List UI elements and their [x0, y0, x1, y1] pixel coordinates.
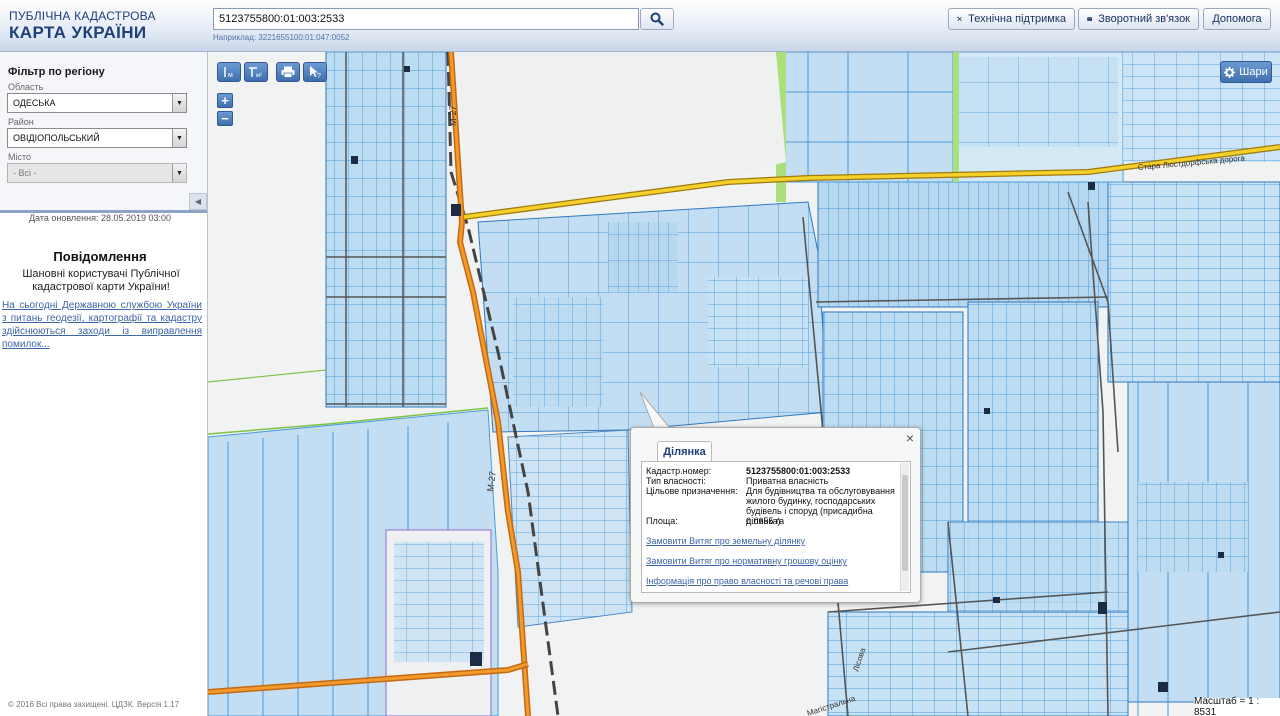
zoom-in-button[interactable]: + — [217, 93, 233, 108]
gear-icon — [1224, 66, 1236, 78]
area-value: 0.0655 га — [746, 516, 785, 526]
purpose-label: Цільове призначення: — [646, 486, 738, 496]
region-filter: Фільтр по регіону Область ОДЕСЬКА ▼ Райо… — [0, 52, 207, 210]
oblast-label: Область — [8, 82, 44, 92]
measure-area-button[interactable]: м² — [244, 62, 268, 82]
tab-parcel[interactable]: Ділянка — [657, 441, 712, 461]
help-label: Допомога — [1212, 13, 1262, 25]
header: ПУБЛІЧНА КАДАСТРОВА КАРТА УКРАЇНИ Наприк… — [0, 0, 1280, 52]
popup-scrollbar[interactable] — [900, 463, 909, 591]
cadastral-number-value: 5123755800:01:003:2533 — [746, 466, 851, 476]
close-icon[interactable]: × — [906, 431, 914, 445]
layers-button[interactable]: Шари — [1220, 61, 1272, 83]
ruler-icon: м — [224, 67, 233, 78]
ownership-info-link[interactable]: Інформація про право власності та речові… — [646, 576, 848, 586]
popup-pointer — [640, 392, 672, 429]
cadastral-map[interactable]: M-27 M-27 Стара Люстдорфська дорога Магі… — [208, 52, 1280, 716]
identify-button[interactable]: ? — [303, 62, 327, 82]
minus-icon: − — [221, 111, 229, 126]
site-logo[interactable]: ПУБЛІЧНА КАДАСТРОВА КАРТА УКРАЇНИ — [9, 10, 156, 41]
filter-title: Фільтр по регіону — [8, 66, 105, 78]
zoom-out-button[interactable]: − — [217, 111, 233, 126]
message-body: Шановні користувачі Публічної кадастрово… — [22, 268, 180, 293]
chevron-down-icon[interactable]: ▼ — [172, 129, 186, 147]
feedback-label: Зворотний зв'язок — [1098, 13, 1190, 25]
parcel-popup: × Ділянка Кадастр.номер: 5123755800:01:0… — [630, 427, 921, 603]
svg-text:м²: м² — [256, 73, 262, 78]
svg-text:?: ? — [317, 73, 321, 79]
oblast-select[interactable]: ОДЕСЬКА ▼ — [7, 93, 187, 113]
order-extract-link[interactable]: Замовити Витяг про земельну ділянку — [646, 536, 805, 546]
cadastral-search-input[interactable] — [213, 8, 639, 30]
print-button[interactable] — [276, 62, 300, 82]
wrench-icon — [957, 16, 962, 22]
parcel-info: Кадастр.номер: 5123755800:01:003:2533 Ти… — [641, 461, 911, 593]
svg-text:м: м — [228, 72, 233, 78]
sidebar: Фільтр по регіону Область ОДЕСЬКА ▼ Райо… — [0, 52, 208, 716]
envelope-icon — [1087, 17, 1093, 21]
ownership-label: Тип власності: — [646, 476, 706, 486]
ownership-value: Приватна власність — [746, 476, 829, 486]
map-canvas[interactable]: M-27 M-27 Стара Люстдорфська дорога Магі… — [208, 52, 1280, 716]
cadastral-number-label: Кадастр.номер: — [646, 466, 712, 476]
chevron-down-icon[interactable]: ▼ — [172, 94, 186, 112]
raion-label: Район — [8, 117, 34, 127]
message-link[interactable]: На сьогодні Державною службою України з … — [2, 299, 202, 351]
area-label: Площа: — [646, 516, 678, 526]
layers-label: Шари — [1239, 66, 1268, 78]
logo-line-2: КАРТА УКРАЇНИ — [9, 23, 147, 42]
search-hint: Наприклад: 3221655100:01:047:0052 — [213, 33, 350, 42]
message-title: Повідомлення — [53, 249, 147, 264]
tech-support-label: Технічна підтримка — [968, 13, 1066, 25]
help-button[interactable]: Допомога — [1203, 8, 1271, 30]
plus-icon: + — [221, 93, 229, 108]
map-scale: Масштаб = 1 : 8531 — [1194, 696, 1280, 716]
print-icon — [281, 66, 295, 78]
order-valuation-link[interactable]: Замовити Витяг про нормативну грошову оц… — [646, 556, 847, 566]
misto-label: Місто — [8, 152, 32, 162]
parcel-block — [325, 52, 447, 408]
misto-select: - Всі - ▼ — [7, 163, 187, 183]
area-icon: м² — [249, 67, 262, 78]
feedback-button[interactable]: Зворотний зв'язок — [1078, 8, 1199, 30]
raion-value: ОВІДІОПОЛЬСЬКИЙ — [13, 133, 100, 143]
road-label: M-27 — [448, 105, 458, 126]
misto-value: - Всі - — [13, 168, 37, 178]
logo-line-1: ПУБЛІЧНА КАДАСТРОВА — [9, 9, 156, 23]
scrollbar-thumb[interactable] — [902, 475, 908, 571]
tech-support-button[interactable]: Технічна підтримка — [948, 8, 1075, 30]
raion-select[interactable]: ОВІДІОПОЛЬСЬКИЙ ▼ — [7, 128, 187, 148]
oblast-value: ОДЕСЬКА — [13, 98, 56, 108]
parcel-block — [208, 409, 499, 716]
chevron-down-icon: ▼ — [172, 164, 186, 182]
search-icon — [650, 12, 664, 26]
cursor-question-icon: ? — [310, 66, 321, 79]
measure-distance-button[interactable]: м — [217, 62, 241, 82]
collapse-sidebar-button[interactable]: ◀ — [189, 193, 207, 210]
update-date: Дата оновлення: 28.05.2019 03:00 — [28, 213, 172, 223]
search-button[interactable] — [640, 8, 674, 30]
copyright: © 2016 Всі права захищені. ЦДЗК. Версія … — [8, 700, 180, 709]
